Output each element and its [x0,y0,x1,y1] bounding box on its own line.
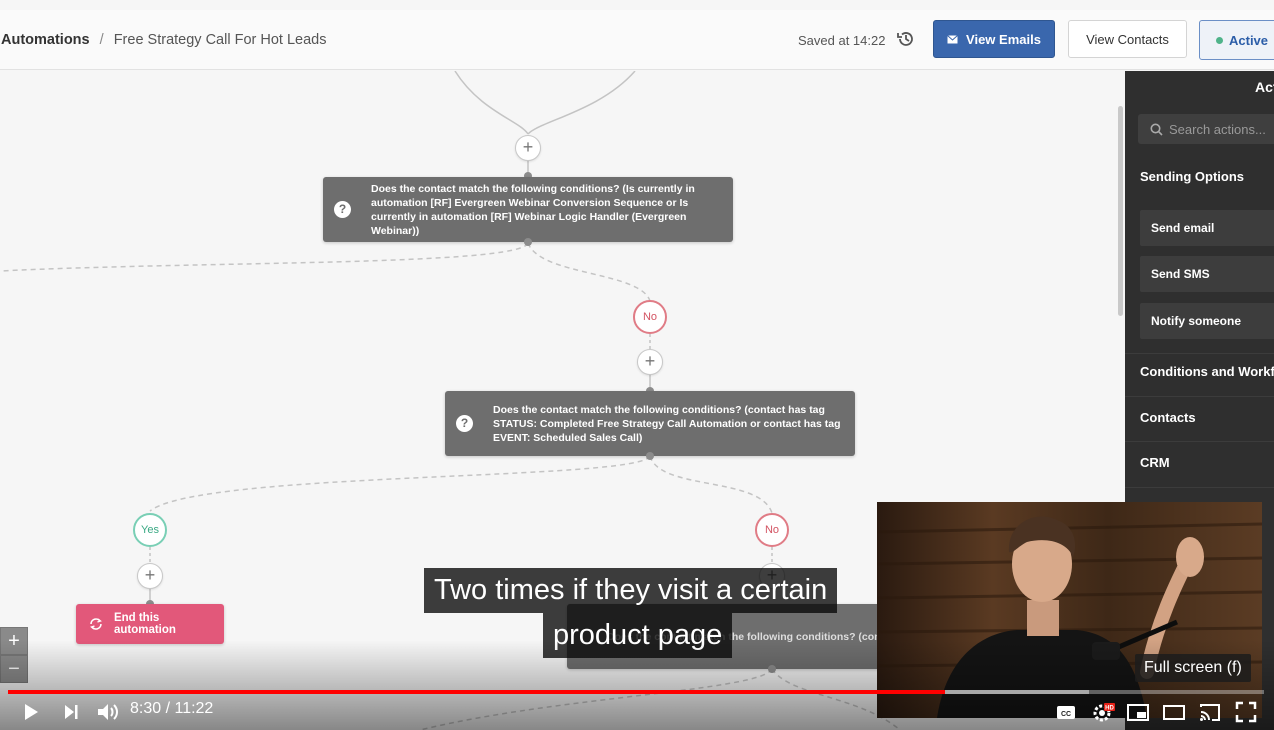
video-progress-bar[interactable] [8,690,1264,694]
view-contacts-button[interactable]: View Contacts [1068,20,1187,58]
end-automation-label: End this automation [113,612,176,636]
actions-search-input[interactable]: Search actions... [1138,114,1274,144]
condition-node[interactable]: ? Does the contact match the following c… [445,391,855,456]
fullscreen-icon[interactable] [1234,700,1258,724]
settings-icon[interactable]: HD [1090,700,1116,724]
question-icon: ? [456,415,473,432]
status-label: Active [1229,32,1269,48]
play-icon[interactable] [20,700,42,724]
section-sending-options[interactable]: Sending Options [1125,169,1274,184]
cast-icon[interactable] [1198,700,1222,724]
search-icon [1150,123,1163,136]
svg-text:HD: HD [1105,706,1114,712]
status-toggle-button[interactable]: Active [1199,20,1274,60]
status-dot-icon [1216,36,1223,44]
actions-search-placeholder: Search actions... [1169,121,1266,137]
condition-node-text: Does the contact match the following con… [493,403,841,444]
section-divider [1125,353,1274,354]
automation-title: Free Strategy Call For Hot Leads [113,32,327,48]
section-divider [1125,396,1274,397]
section-divider [1125,441,1274,442]
breadcrumb-automations-link[interactable]: Automations [1,32,90,48]
theater-mode-icon[interactable] [1162,700,1186,724]
condition-node-text: Does the contact match the following con… [371,182,695,237]
miniplayer-icon[interactable] [1126,700,1150,724]
section-crm[interactable]: CRM [1125,455,1274,470]
next-icon[interactable] [60,700,82,724]
question-icon: ? [334,201,351,218]
action-send-email[interactable]: Send email [1140,210,1274,246]
add-step-button[interactable]: + [137,563,163,589]
view-emails-label: View Emails [966,31,1041,47]
action-send-sms[interactable]: Send SMS [1140,256,1274,292]
yes-branch-badge: Yes [133,513,167,547]
refresh-icon [90,618,102,630]
condition-node[interactable]: ? Does the contact match the following c… [323,177,733,242]
no-branch-badge: No [633,300,667,334]
end-automation-node[interactable]: End this automation [76,604,224,644]
actions-panel-title: Actions [1255,79,1274,95]
connector-dot [646,452,654,460]
captions-icon[interactable]: CC [1055,700,1077,724]
section-conditions-and-workflow[interactable]: Conditions and Workflow [1125,364,1274,379]
screen: Automations / Free Strategy Call For Hot… [0,0,1274,730]
add-step-button[interactable]: + [515,135,541,161]
history-icon[interactable] [896,29,916,49]
saved-status: Saved at 14:22 [798,33,886,48]
connector-dot [524,238,532,246]
video-time-display: 8:30 / 11:22 [130,700,214,717]
volume-icon[interactable] [95,700,121,724]
action-notify-someone[interactable]: Notify someone [1140,303,1274,339]
view-emails-button[interactable]: View Emails [933,20,1055,58]
top-bar: Automations / Free Strategy Call For Hot… [0,10,1274,70]
played-bar [8,690,945,694]
breadcrumb: Automations / Free Strategy Call For Hot… [1,32,326,48]
svg-text:CC: CC [1061,711,1071,718]
no-branch-badge: No [755,513,789,547]
subtitle-line-1: Two times if they visit a certain [424,568,838,613]
section-contacts[interactable]: Contacts [1125,410,1274,425]
breadcrumb-separator: / [99,32,104,48]
fullscreen-tooltip: Full screen (f) [1135,654,1251,682]
envelope-icon [947,34,958,43]
section-divider [1125,487,1274,488]
canvas-scrollbar[interactable] [1118,106,1123,316]
add-step-button[interactable]: + [637,349,663,375]
